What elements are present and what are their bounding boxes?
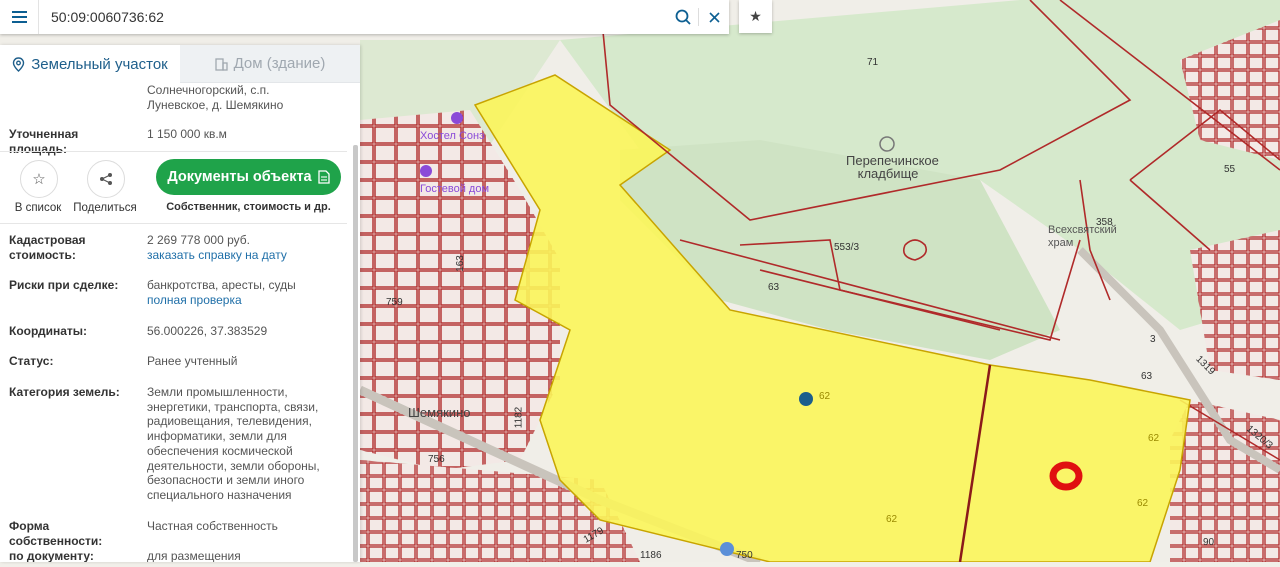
parcel-label: 62: [1148, 433, 1160, 444]
parcel-label: 3: [1150, 334, 1156, 345]
field-value: банкротства, аресты, суды полная проверк…: [147, 278, 327, 307]
parcel-label: 1186: [640, 550, 662, 561]
land-category-value: Земли промышленности, энергетики, трансп…: [147, 385, 320, 502]
address-value: Солнечногорский, с.п. Луневское, д. Шемя…: [147, 83, 284, 112]
documents-button-label: Документы объекта: [167, 169, 312, 185]
poi-pin-icon[interactable]: [420, 165, 432, 177]
order-certificate-link[interactable]: заказать справку на дату: [147, 248, 327, 263]
poi-label: Хостел Сонэ: [420, 130, 485, 142]
church-label: Всехсвятский храм: [1048, 224, 1117, 249]
search-icon[interactable]: [668, 0, 698, 34]
parcel-label: 62: [1137, 498, 1149, 509]
panel-tabs: Земельный участок Дом (здание): [0, 45, 360, 83]
panel-scrollbar[interactable]: [353, 145, 358, 562]
field-label: Категория земель:: [9, 385, 120, 399]
parcel-label: 750: [736, 550, 753, 561]
field-label: Координаты:: [9, 324, 88, 338]
parcel-62-east[interactable]: [959, 364, 1191, 563]
field-label: Риски при сделке:: [9, 278, 119, 292]
cemetery-label: Перепечинское кладбище: [846, 153, 939, 181]
document-icon: [317, 170, 330, 184]
parcel-label: 63: [1141, 371, 1153, 382]
documents-subtitle: Собственник, стоимость и др.: [166, 201, 331, 213]
tab-label: Дом (здание): [233, 55, 326, 72]
add-to-list-button[interactable]: ☆: [20, 160, 58, 198]
cadastral-value: 2 269 778 000 руб.: [147, 233, 250, 247]
parcel-label: 358: [1096, 217, 1113, 228]
tab-land-plot[interactable]: Земельный участок: [0, 45, 180, 83]
field-label: Форма собственности:: [9, 519, 103, 548]
by-document-value: для размещения промышленных: [147, 549, 241, 562]
location-dot[interactable]: [799, 392, 813, 406]
risks-value: банкротства, аресты, суды: [147, 278, 296, 292]
parcel-label: 62: [819, 391, 831, 402]
parcel-label: 71: [867, 57, 879, 68]
area-value: 1 150 000 кв.м: [147, 127, 227, 141]
share-button[interactable]: [87, 160, 125, 198]
close-icon[interactable]: [699, 0, 729, 34]
status-value: Ранее учтенный: [147, 354, 238, 368]
location-pin-icon: [13, 56, 25, 72]
field-value: 2 269 778 000 руб. заказать справку на д…: [147, 233, 327, 262]
parcel-label: 1182: [513, 406, 525, 429]
divider: [0, 151, 347, 152]
parcel-label: 55: [1224, 164, 1236, 175]
divider: [0, 223, 347, 224]
parcel-label: 759: [386, 297, 403, 308]
bus-stop-icon[interactable]: [720, 542, 734, 556]
poi-pin-icon[interactable]: [451, 112, 463, 124]
parcel-label: 756: [428, 454, 445, 465]
share-label: Поделиться: [73, 202, 137, 214]
tab-building[interactable]: Дом (здание): [180, 45, 360, 83]
coordinates-value: 56.000226, 37.383529: [147, 324, 268, 338]
menu-icon[interactable]: [0, 0, 39, 34]
village-label: Шемякино: [408, 405, 471, 420]
tab-label: Земельный участок: [31, 55, 168, 73]
parcel-label: 553/3: [834, 242, 860, 253]
star-icon[interactable]: ★: [739, 0, 772, 33]
area-label: Уточненная площадь:: [9, 127, 79, 156]
parcel-label: 63: [768, 282, 780, 293]
field-label: Кадастровая стоимость:: [9, 233, 86, 262]
ownership-value: Частная собственность: [147, 519, 278, 533]
parcel-label: 62: [886, 514, 898, 525]
search-bar: [0, 0, 729, 34]
panel-body[interactable]: Солнечногорский, с.п. Луневское, д. Шемя…: [0, 83, 347, 562]
share-icon: [100, 173, 112, 185]
documents-button[interactable]: Документы объекта: [156, 159, 341, 195]
add-to-list-label: В список: [14, 202, 62, 214]
object-panel: Земельный участок Дом (здание) Солнечног…: [0, 45, 360, 562]
search-input[interactable]: [39, 2, 668, 32]
building-icon: [214, 57, 228, 71]
poi-label: Гостевой дом: [420, 183, 490, 195]
field-label: по документу:: [9, 549, 94, 562]
parcel-label: 90: [1203, 537, 1215, 548]
parcel-label: 163: [454, 255, 466, 272]
full-check-link[interactable]: полная проверка: [147, 293, 327, 308]
field-label: Статус:: [9, 354, 54, 368]
